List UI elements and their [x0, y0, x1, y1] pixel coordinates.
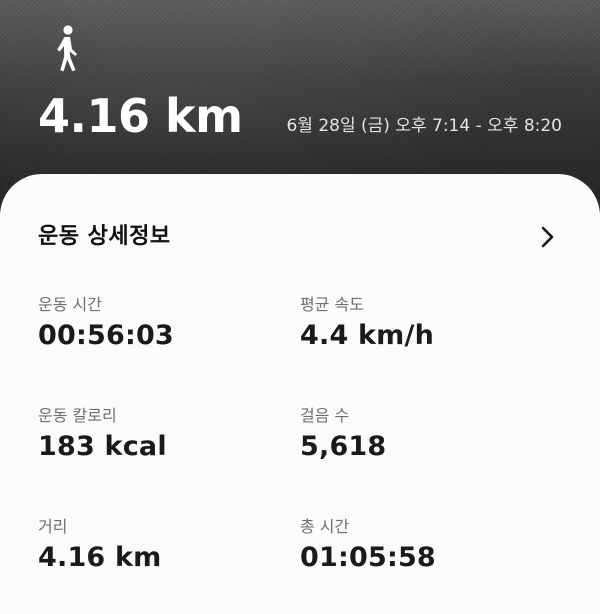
chevron-right-icon[interactable] [534, 223, 562, 251]
stat-label: 운동 칼로리 [38, 406, 117, 425]
stat-average-speed: 평균 속도 4.4 km/h [300, 294, 540, 354]
stat-value: 4.4 km/h [300, 320, 435, 351]
stat-label: 평균 속도 [300, 295, 364, 314]
stat-label: 거리 [38, 517, 68, 536]
stat-steps: 걸음 수 5,618 [300, 405, 540, 465]
stat-value: 183 kcal [38, 431, 167, 462]
stat-value: 4.16 km [38, 542, 162, 573]
stat-exercise-time: 운동 시간 00:56:03 [38, 294, 278, 354]
details-header[interactable]: 운동 상세정보 [38, 220, 562, 254]
date-range: 6월 28일 (금) 오후 7:14 - 오후 8:20 [286, 116, 562, 136]
stat-label: 총 시간 [300, 517, 350, 536]
stat-label: 운동 시간 [38, 295, 102, 314]
workout-details-panel: 운동 상세정보 운동 시간 00:56:03 평균 속도 4.4 km/h 운동… [0, 174, 600, 614]
stat-label: 걸음 수 [300, 406, 350, 425]
walking-person-icon [57, 25, 77, 72]
stat-distance: 거리 4.16 km [38, 516, 278, 576]
stat-value: 01:05:58 [300, 542, 436, 573]
stat-calories: 운동 칼로리 183 kcal [38, 405, 278, 465]
stat-value: 00:56:03 [38, 320, 174, 351]
distance-title: 4.16 km [38, 89, 243, 143]
stat-total-time: 총 시간 01:05:58 [300, 516, 540, 576]
details-title: 운동 상세정보 [38, 224, 171, 249]
stat-value: 5,618 [300, 431, 387, 462]
